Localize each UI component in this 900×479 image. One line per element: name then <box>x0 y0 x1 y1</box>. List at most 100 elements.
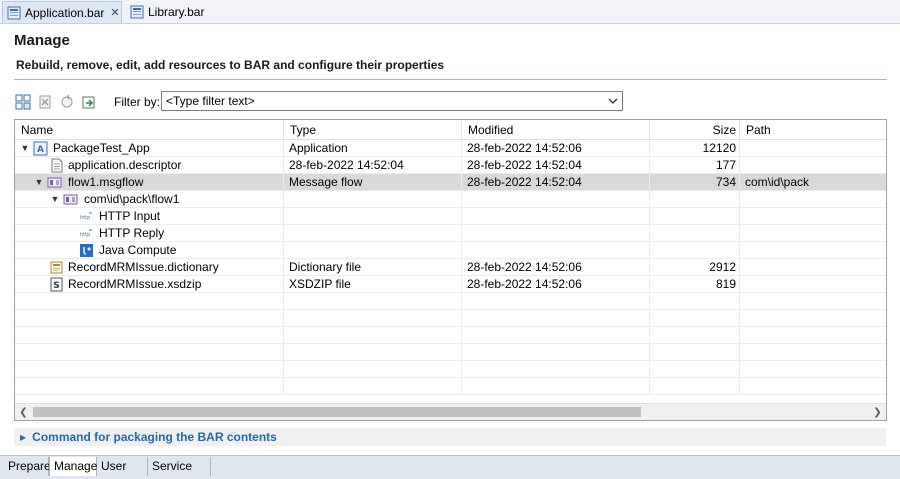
table-row[interactable]: http HTTP Input <box>15 208 886 225</box>
row-path <box>740 191 886 208</box>
row-modified <box>462 208 650 225</box>
row-name: RecordMRMIssue.dictionary <box>68 260 219 274</box>
bottom-tab-bar: Prepare Manage User Log Service Log <box>0 455 900 479</box>
tab-service-log[interactable]: Service Log <box>148 457 211 479</box>
scrollbar-thumb[interactable] <box>33 407 641 417</box>
filter-combobox[interactable]: <Type filter text> <box>161 91 623 111</box>
empty-row <box>15 344 886 361</box>
empty-row <box>15 378 886 395</box>
http-reply-icon: http <box>80 229 92 238</box>
page-subtitle: Rebuild, remove, edit, add resources to … <box>16 58 445 72</box>
table-row[interactable]: ▼ A PackageTest_App Application 28-feb-2… <box>15 140 886 157</box>
row-modified <box>462 225 650 242</box>
row-type: Application <box>284 140 462 157</box>
tab-prepare[interactable]: Prepare <box>4 457 51 476</box>
chevron-down-icon[interactable] <box>604 92 622 110</box>
header-separator <box>14 79 887 80</box>
tab-library-bar[interactable]: Library.bar <box>126 1 206 23</box>
rebuild-icon <box>61 94 73 108</box>
table-row[interactable]: S RecordMRMIssue.xsdzip XSDZIP file 28-f… <box>15 276 886 293</box>
application-icon: A <box>33 141 48 156</box>
row-path <box>740 140 886 157</box>
close-icon[interactable]: ✕ <box>110 6 119 19</box>
svg-text:http: http <box>80 232 90 238</box>
resources-table: Name Type Modified Size Path ▼ A Package… <box>14 119 887 421</box>
empty-row <box>15 327 886 344</box>
row-name: RecordMRMIssue.xsdzip <box>68 277 202 291</box>
scroll-left-icon[interactable]: ❮ <box>15 404 32 420</box>
table-row[interactable]: http HTTP Reply <box>15 225 886 242</box>
row-size: 177 <box>650 157 740 174</box>
column-header-modified[interactable]: Modified <box>462 120 650 140</box>
add-resource-button[interactable] <box>14 93 32 111</box>
command-section-label[interactable]: Command for packaging the BAR contents <box>32 430 277 444</box>
row-path <box>740 157 886 174</box>
row-type: XSDZIP file <box>284 276 462 293</box>
chevron-down-icon[interactable]: ▼ <box>49 191 61 208</box>
row-type: Dictionary file <box>284 259 462 276</box>
tab-manage[interactable]: Manage <box>49 457 97 476</box>
row-modified: 28-feb-2022 14:52:04 <box>462 174 650 191</box>
table-row[interactable]: ▼ com\id\pack\flow1 <box>15 191 886 208</box>
row-size <box>650 191 740 208</box>
row-size: 2912 <box>650 259 740 276</box>
table-body: ▼ A PackageTest_App Application 28-feb-2… <box>15 140 886 395</box>
row-size <box>650 225 740 242</box>
xsdzip-file-icon: S <box>50 277 63 292</box>
svg-text:S: S <box>53 281 59 291</box>
row-type <box>284 242 462 259</box>
tab-label: Application.bar <box>25 5 105 20</box>
table-row[interactable]: Java Compute <box>15 242 886 259</box>
row-path: com\id\pack <box>745 175 810 189</box>
row-modified <box>462 191 650 208</box>
command-section[interactable]: ▶ Command for packaging the BAR contents <box>14 428 886 446</box>
empty-row <box>15 293 886 310</box>
horizontal-scrollbar[interactable]: ❮ ❯ <box>15 403 886 420</box>
column-header-size[interactable]: Size <box>650 120 740 140</box>
descriptor-file-icon <box>51 158 63 173</box>
row-size <box>650 242 740 259</box>
column-header-type[interactable]: Type <box>284 120 462 140</box>
message-flow-icon <box>47 177 62 188</box>
table-row[interactable]: ▼ flow1.msgflow Message flow 28-feb-2022… <box>15 174 886 191</box>
add-resources-icon <box>15 94 31 110</box>
row-type: Message flow <box>284 174 462 191</box>
edit-button[interactable] <box>80 93 98 111</box>
filter-input[interactable]: <Type filter text> <box>166 94 604 108</box>
column-header-name[interactable]: Name <box>15 120 284 140</box>
row-size: 819 <box>650 276 740 293</box>
row-name: application.descriptor <box>68 158 182 172</box>
row-modified <box>462 242 650 259</box>
edit-icon <box>82 96 95 109</box>
rebuild-button[interactable] <box>58 93 76 111</box>
row-size <box>650 208 740 225</box>
tab-application-bar[interactable]: Application.bar ✕ <box>2 1 122 23</box>
bar-file-icon <box>130 5 144 19</box>
tab-user-log[interactable]: User Log <box>97 457 148 479</box>
row-modified: 28-feb-2022 14:52:06 <box>462 140 650 157</box>
row-name: com\id\pack\flow1 <box>84 192 180 206</box>
remove-icon <box>39 95 51 109</box>
row-type <box>284 191 462 208</box>
table-row[interactable]: application.descriptor 28-feb-2022 14:52… <box>15 157 886 174</box>
page-title: Manage <box>14 32 70 49</box>
row-size: 12120 <box>650 140 740 157</box>
row-path <box>740 276 886 293</box>
empty-row <box>15 361 886 378</box>
editor-tab-bar: Application.bar ✕ Library.bar <box>0 0 900 24</box>
scroll-right-icon[interactable]: ❯ <box>869 404 886 420</box>
chevron-right-icon[interactable]: ▶ <box>20 433 26 442</box>
row-type: 28-feb-2022 14:52:04 <box>284 157 462 174</box>
table-row[interactable]: RecordMRMIssue.dictionary Dictionary fil… <box>15 259 886 276</box>
row-name: flow1.msgflow <box>68 175 144 189</box>
row-path <box>740 225 886 242</box>
column-header-path[interactable]: Path <box>740 120 886 140</box>
chevron-down-icon[interactable]: ▼ <box>33 174 45 191</box>
filter-label: Filter by: <box>114 95 161 109</box>
remove-button[interactable] <box>36 93 54 111</box>
row-modified: 28-feb-2022 14:52:06 <box>462 259 650 276</box>
chevron-down-icon[interactable]: ▼ <box>19 140 31 157</box>
empty-row <box>15 310 886 327</box>
row-name: HTTP Input <box>99 209 161 223</box>
svg-text:http: http <box>80 215 90 221</box>
